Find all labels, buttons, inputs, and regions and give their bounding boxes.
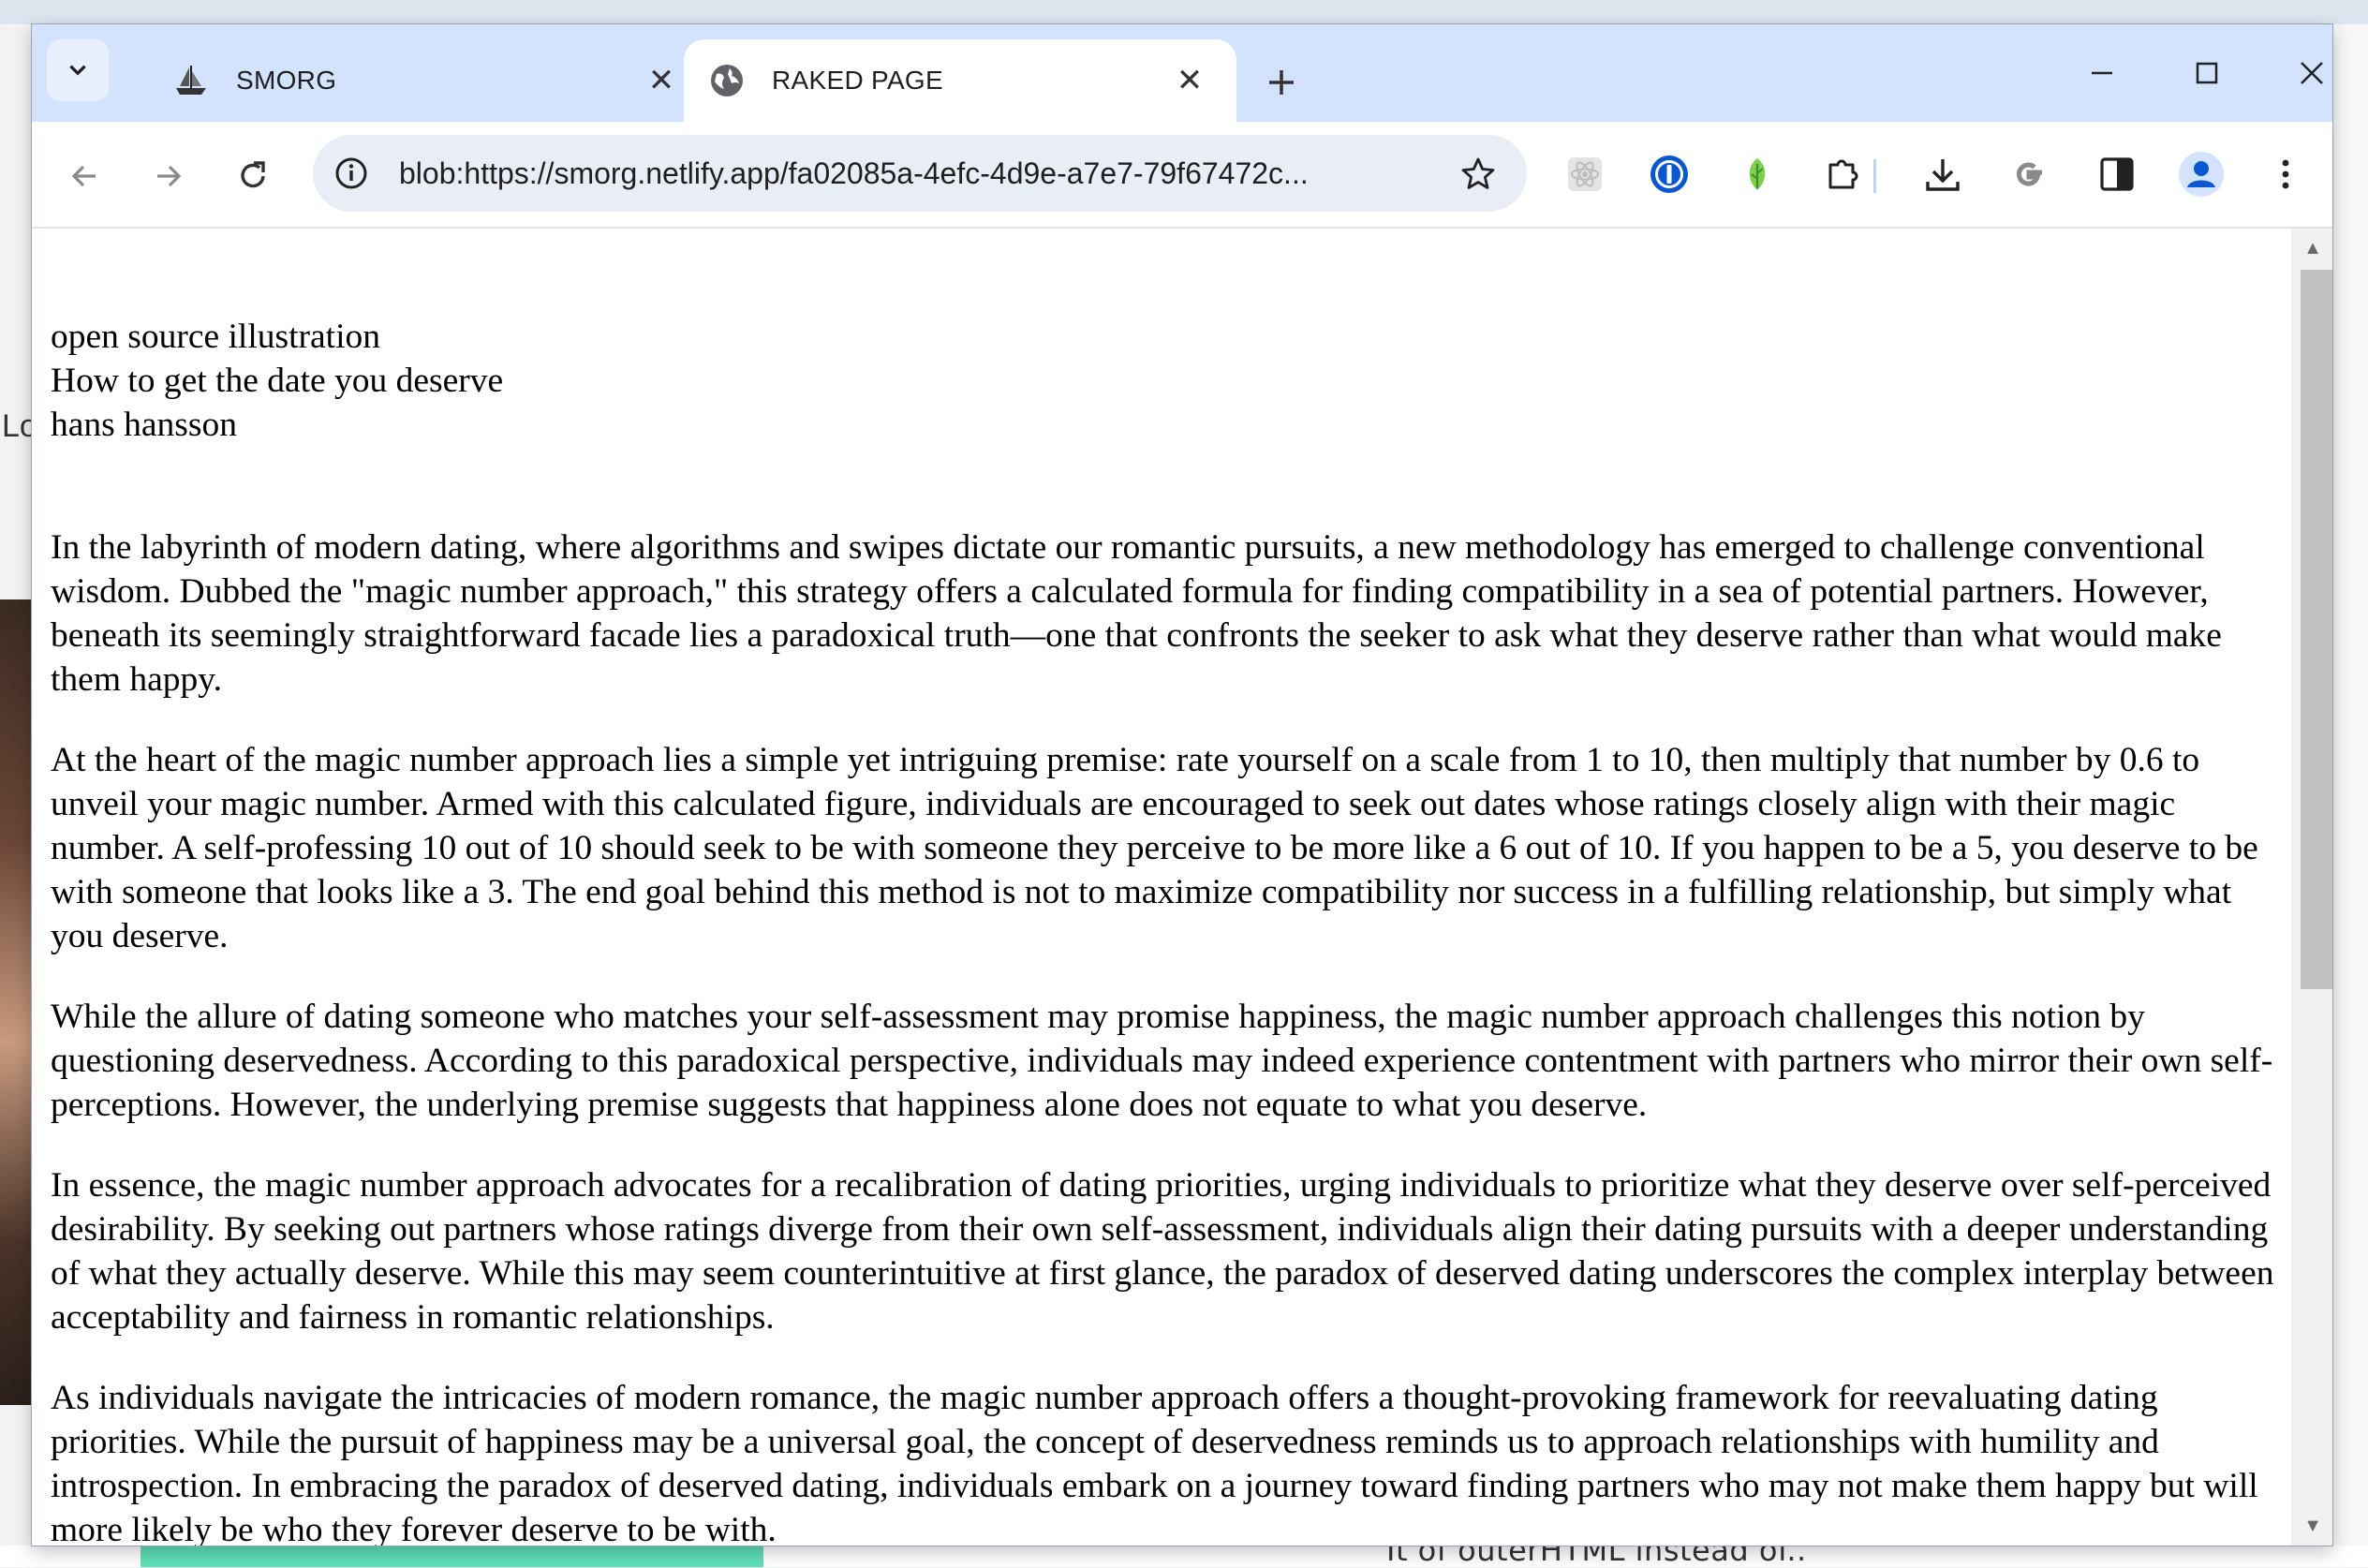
scroll-down-arrow-icon[interactable]: ▼ <box>2302 1516 2323 1536</box>
page-author: hans hansson <box>51 406 237 444</box>
back-button[interactable] <box>56 148 112 204</box>
page-subtitle: open source illustration <box>51 318 381 356</box>
article-paragraph: At the heart of the magic number approac… <box>51 741 2258 955</box>
close-icon <box>2301 62 2323 84</box>
minimize-icon <box>2092 71 2112 75</box>
article-paragraph: In the labyrinth of modern dating, where… <box>51 528 2222 699</box>
page-title: How to get the date you deserve <box>51 362 504 400</box>
menu-icon[interactable] <box>2259 148 2312 200</box>
new-tab-button[interactable] <box>1255 56 1308 109</box>
article-paragraph: In essence, the magic number approach ad… <box>51 1166 2274 1337</box>
background-photo <box>0 599 32 1405</box>
close-icon[interactable]: ✕ <box>1171 62 1208 99</box>
browser-window: SMORG ✕ RAKED PAGE ✕ blob:https://smorg.… <box>32 24 2332 1546</box>
tab-bar: SMORG ✕ RAKED PAGE ✕ <box>32 24 2332 122</box>
scroll-up-arrow-icon[interactable]: ▲ <box>2302 238 2323 259</box>
background-window-right <box>2332 24 2368 1567</box>
minimize-button[interactable] <box>2065 45 2139 101</box>
tab-raked-page[interactable]: RAKED PAGE ✕ <box>684 39 1236 122</box>
chevron-down-icon <box>69 65 86 76</box>
leaf-icon[interactable] <box>1731 148 1783 200</box>
arrow-left-icon <box>71 165 96 187</box>
maximize-icon <box>2196 62 2218 84</box>
ship-icon <box>172 62 210 99</box>
article-body: In the labyrinth of modern dating, where… <box>51 525 2289 1546</box>
scrollbar-thumb[interactable] <box>2301 270 2332 989</box>
close-window-button[interactable] <box>2274 45 2332 101</box>
tab-smorg[interactable]: SMORG ✕ <box>135 39 708 122</box>
side-panel-icon[interactable] <box>2091 148 2143 200</box>
article-paragraph: As individuals navigate the intricacies … <box>51 1379 2258 1546</box>
profile-icon[interactable] <box>2175 148 2227 200</box>
tab-title: SMORG <box>236 66 337 95</box>
globe-icon <box>708 62 746 99</box>
maximize-button[interactable] <box>2169 45 2244 101</box>
forward-button[interactable] <box>141 148 197 204</box>
puzzle-icon[interactable] <box>1817 148 1870 200</box>
arrow-right-icon <box>157 165 182 187</box>
password-manager-icon[interactable] <box>1643 148 1695 200</box>
vertical-scrollbar[interactable]: ▲ ▼ <box>2291 229 2332 1546</box>
page-content: open source illustration How to get the … <box>32 229 2291 1546</box>
browser-toolbar: blob:https://smorg.netlify.app/fa02085a-… <box>32 122 2332 227</box>
reload-button[interactable] <box>225 148 281 204</box>
background-window-strip <box>0 0 2368 24</box>
tab-title: RAKED PAGE <box>772 66 943 95</box>
close-icon[interactable]: ✕ <box>643 62 680 99</box>
google-icon[interactable] <box>2003 148 2055 200</box>
address-url[interactable]: blob:https://smorg.netlify.app/fa02085a-… <box>399 135 1429 212</box>
bookmark-star-icon[interactable] <box>1458 154 1499 195</box>
reload-icon <box>241 161 265 188</box>
background-green-button <box>141 1546 763 1567</box>
address-bar[interactable]: blob:https://smorg.netlify.app/fa02085a-… <box>313 135 1527 212</box>
react-devtools-icon[interactable] <box>1559 148 1611 200</box>
plus-icon <box>1269 70 1294 95</box>
tab-search-button[interactable] <box>47 39 109 101</box>
download-icon[interactable] <box>1917 148 1969 200</box>
info-icon[interactable] <box>332 154 371 193</box>
page-header: open source illustration How to get the … <box>51 315 503 447</box>
article-paragraph: While the allure of dating someone who m… <box>51 998 2273 1124</box>
toolbar-separator <box>1873 159 1876 193</box>
